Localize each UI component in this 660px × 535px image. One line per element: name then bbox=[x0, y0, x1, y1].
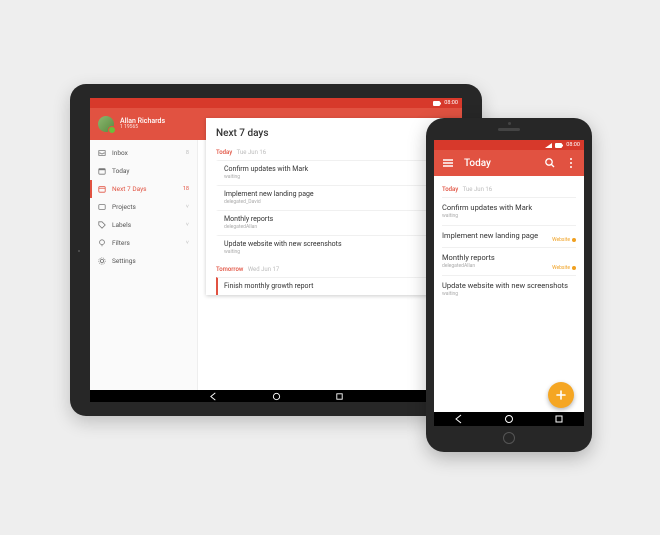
nav-back-icon[interactable] bbox=[454, 414, 464, 424]
task-sub: delegated_David bbox=[224, 199, 452, 205]
search-icon[interactable] bbox=[544, 157, 556, 169]
status-time: 08:00 bbox=[444, 100, 458, 106]
day-label: Today bbox=[216, 149, 232, 156]
task-sub: delegatedAllan bbox=[224, 224, 452, 230]
user-sub: 1 19565 bbox=[120, 125, 165, 130]
sidebar-count: 8 bbox=[186, 150, 189, 156]
nav-home-icon[interactable] bbox=[272, 392, 281, 401]
tablet-screen: 08:00 Allan Richards 1 19565 Inbox 8 Tod… bbox=[90, 98, 462, 402]
app-bar: Today bbox=[434, 150, 584, 176]
sidebar-label: Inbox bbox=[112, 149, 180, 157]
user-block: Allan Richards 1 19565 bbox=[120, 118, 165, 130]
chevron-down-icon: ˅ bbox=[186, 240, 189, 246]
task-row[interactable]: Implement new landing page delegated_Dav… bbox=[216, 185, 452, 210]
task-sub: waiting bbox=[442, 291, 576, 297]
sidebar-item-settings[interactable]: Settings bbox=[90, 252, 197, 270]
calendar-icon bbox=[98, 185, 106, 193]
day-date: Tue Jun 16 bbox=[463, 186, 492, 193]
task-title: Confirm updates with Mark bbox=[442, 203, 576, 212]
chevron-down-icon: ˅ bbox=[186, 204, 189, 210]
labels-icon bbox=[98, 221, 106, 229]
task-row[interactable]: Finish monthly growth report bbox=[216, 277, 452, 295]
task-sub: waiting bbox=[224, 249, 452, 255]
menu-icon[interactable] bbox=[442, 157, 454, 169]
day-date: Wed Jun 17 bbox=[248, 266, 279, 273]
today-icon bbox=[98, 167, 106, 175]
phone-home-button[interactable] bbox=[503, 432, 515, 444]
tablet-main: Next 7 days Today Tue Jun 16 Confirm upd… bbox=[198, 140, 462, 390]
task-title: Update website with new screenshots bbox=[224, 240, 452, 248]
sidebar-item-projects[interactable]: Projects ˅ bbox=[90, 198, 197, 216]
day-date: Tue Jun 16 bbox=[237, 149, 266, 156]
task-title: Finish monthly growth report bbox=[224, 282, 452, 290]
sidebar-label: Today bbox=[112, 167, 183, 175]
phone-body: Today Tue Jun 16 Confirm updates with Ma… bbox=[434, 176, 584, 303]
sidebar-item-today[interactable]: Today bbox=[90, 162, 197, 180]
task-title: Monthly reports bbox=[442, 253, 576, 262]
task-sub: waiting bbox=[224, 174, 452, 180]
phone-earpiece bbox=[498, 128, 520, 131]
day-header-tomorrow: Tomorrow Wed Jun 17 bbox=[216, 266, 452, 273]
chevron-down-icon: ˅ bbox=[186, 222, 189, 228]
sidebar-label: Settings bbox=[112, 257, 183, 265]
tablet-device: 08:00 Allan Richards 1 19565 Inbox 8 Tod… bbox=[70, 84, 482, 416]
nav-recent-icon[interactable] bbox=[554, 414, 564, 424]
task-tag: Website bbox=[552, 237, 576, 243]
projects-icon bbox=[98, 203, 106, 211]
phone-status-bar: 08:00 bbox=[434, 140, 584, 150]
sidebar-label: Next 7 Days bbox=[112, 185, 177, 193]
phone-screen: 08:00 Today Today Tue Jun 16 Confirm upd… bbox=[434, 140, 584, 426]
plus-icon bbox=[555, 389, 567, 401]
task-title: Update website with new screenshots bbox=[442, 281, 576, 290]
signal-icon bbox=[545, 143, 552, 148]
status-time: 08:00 bbox=[566, 142, 580, 148]
task-tag: Website bbox=[552, 265, 576, 271]
tablet-speaker bbox=[78, 250, 80, 252]
task-row[interactable]: Confirm updates with Mark waiting bbox=[216, 160, 452, 185]
nav-back-icon[interactable] bbox=[209, 392, 218, 401]
day-label: Tomorrow bbox=[216, 266, 243, 273]
nav-recent-icon[interactable] bbox=[335, 392, 344, 401]
task-title: Confirm updates with Mark bbox=[224, 165, 452, 173]
day-label: Today bbox=[442, 186, 458, 193]
user-avatar[interactable] bbox=[98, 116, 114, 132]
more-icon[interactable] bbox=[566, 157, 576, 169]
tablet-status-bar: 08:00 bbox=[90, 98, 462, 108]
task-row[interactable]: Confirm updates with Mark waiting bbox=[442, 197, 576, 225]
inbox-icon bbox=[98, 149, 106, 157]
android-nav-bar bbox=[434, 412, 584, 426]
page-title: Next 7 days bbox=[216, 128, 452, 139]
task-row[interactable]: Implement new landing page Website bbox=[442, 225, 576, 247]
task-title: Monthly reports bbox=[224, 215, 452, 223]
day-header-today: Today Tue Jun 16 bbox=[216, 149, 452, 156]
sidebar: Inbox 8 Today Next 7 Days 18 Projects ˅ bbox=[90, 140, 198, 390]
sidebar-label: Labels bbox=[112, 221, 180, 229]
sidebar-count: 18 bbox=[183, 186, 189, 192]
task-row[interactable]: Update website with new screenshots wait… bbox=[442, 275, 576, 303]
task-row[interactable]: Monthly reports delegatedAllan bbox=[216, 210, 452, 235]
filters-icon bbox=[98, 239, 106, 247]
tablet-body: Inbox 8 Today Next 7 Days 18 Projects ˅ bbox=[90, 140, 462, 390]
content-card: Next 7 days Today Tue Jun 16 Confirm upd… bbox=[206, 118, 462, 295]
battery-icon bbox=[555, 143, 563, 148]
settings-icon bbox=[98, 257, 106, 265]
task-row[interactable]: Update website with new screenshots wait… bbox=[216, 235, 452, 260]
phone-camera bbox=[508, 122, 511, 125]
battery-icon bbox=[433, 101, 441, 106]
sidebar-item-labels[interactable]: Labels ˅ bbox=[90, 216, 197, 234]
sidebar-item-inbox[interactable]: Inbox 8 bbox=[90, 144, 197, 162]
android-nav-bar bbox=[90, 390, 462, 402]
phone-device: 08:00 Today Today Tue Jun 16 Confirm upd… bbox=[426, 118, 592, 452]
nav-home-icon[interactable] bbox=[504, 414, 514, 424]
sidebar-label: Projects bbox=[112, 203, 180, 211]
sidebar-item-filters[interactable]: Filters ˅ bbox=[90, 234, 197, 252]
day-header-today: Today Tue Jun 16 bbox=[442, 186, 576, 193]
sidebar-label: Filters bbox=[112, 239, 180, 247]
add-task-fab[interactable] bbox=[548, 382, 574, 408]
sidebar-item-next7days[interactable]: Next 7 Days 18 bbox=[90, 180, 197, 198]
app-bar-title: Today bbox=[464, 158, 534, 169]
task-sub: waiting bbox=[442, 213, 576, 219]
task-row[interactable]: Monthly reports delegatedAllan Website bbox=[442, 247, 576, 275]
task-title: Implement new landing page bbox=[224, 190, 452, 198]
